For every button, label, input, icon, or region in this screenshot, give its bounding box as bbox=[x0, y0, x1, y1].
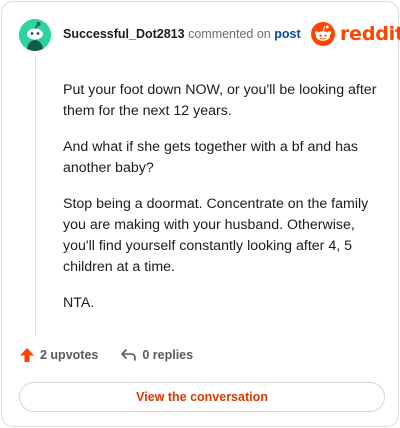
comment-paragraph: NTA. bbox=[63, 295, 95, 311]
username[interactable]: Successful_Dot2813 bbox=[63, 27, 185, 41]
comment-paragraph: Stop being a doormat. Concentrate on the… bbox=[63, 196, 369, 275]
meta-text: commented on bbox=[188, 27, 271, 41]
comment-paragraph: Put your foot down NOW, or you'll be loo… bbox=[63, 82, 377, 119]
reddit-wordmark: reddit bbox=[340, 23, 400, 45]
post-link[interactable]: post bbox=[274, 27, 300, 41]
view-conversation-button[interactable]: View the conversation bbox=[19, 382, 385, 412]
thread-line bbox=[35, 55, 36, 337]
avatar[interactable] bbox=[19, 19, 51, 51]
comment-header: Successful_Dot2813 commented on post bbox=[63, 27, 301, 41]
comment-body: Put your foot down NOW, or you'll be loo… bbox=[63, 80, 381, 329]
reply-arrow-icon bbox=[121, 349, 137, 361]
comment-paragraph: And what if she gets together with a bf … bbox=[63, 139, 358, 176]
upvote-count: 2 upvotes bbox=[40, 348, 99, 362]
comment-actions: 2 upvotes 0 replies bbox=[19, 347, 193, 363]
embedded-comment-card: Successful_Dot2813 commented on post red… bbox=[1, 1, 400, 427]
upvote-arrow-icon bbox=[20, 348, 34, 362]
upvote-button[interactable]: 2 upvotes bbox=[19, 347, 98, 363]
snoo-avatar-icon bbox=[19, 19, 51, 51]
reply-button[interactable]: 0 replies bbox=[120, 347, 193, 363]
reply-count: 0 replies bbox=[142, 348, 194, 362]
reddit-logo-icon bbox=[311, 22, 335, 46]
reddit-logo[interactable]: reddit bbox=[311, 22, 400, 46]
